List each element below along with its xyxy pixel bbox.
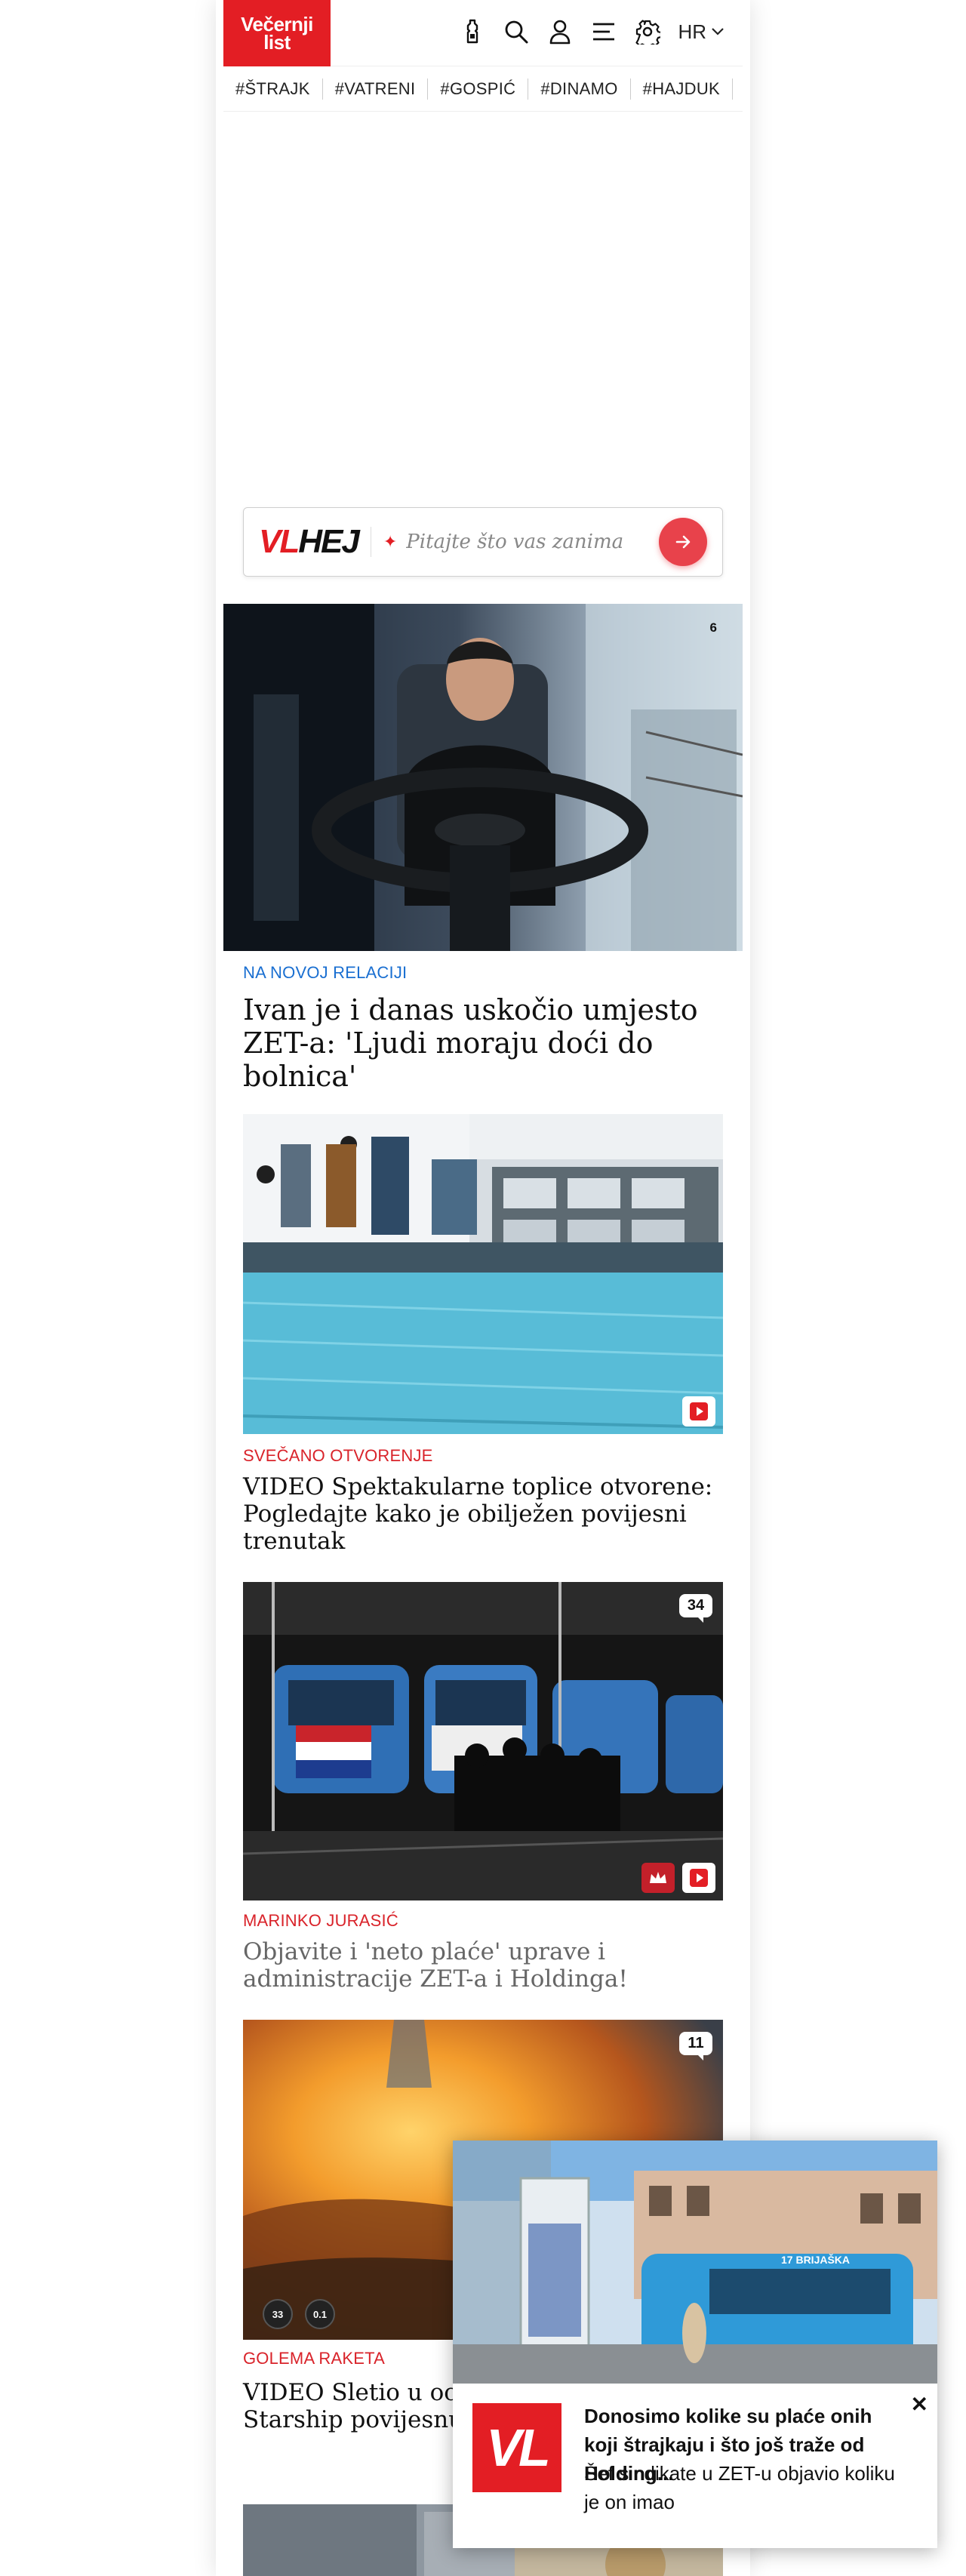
comment-count-bubble[interactable]: 11 — [679, 2032, 712, 2060]
site-logo[interactable]: Večernji list — [223, 0, 331, 66]
popup-image[interactable]: 17 BRIJAŠKA — [453, 2141, 937, 2384]
article-headline[interactable]: VIDEO Spektakularne toplice otvorene: Po… — [243, 1473, 723, 1555]
vlhej-question-input[interactable] — [406, 531, 659, 553]
stat-value: 0.1 — [312, 2308, 328, 2320]
vlhej-search-box: VLHEJ ✦ — [243, 507, 723, 577]
video-play-icon[interactable] — [682, 1396, 715, 1426]
article-2-image[interactable] — [243, 1114, 723, 1434]
comment-count: 11 — [688, 2035, 704, 2051]
language-label: HR — [678, 20, 706, 43]
sparkle-icon: ✦ — [383, 532, 398, 551]
vlhej-logo: VLHEJ — [259, 523, 360, 561]
close-icon[interactable]: ✕ — [911, 2394, 928, 2415]
header-actions: HR — [459, 17, 724, 47]
article-section-label[interactable]: SVEČANO OTVORENJE — [243, 1446, 723, 1466]
trending-tags-bar: #ŠTRAJK #VATRENI #GOSPIĆ #DINAMO #HAJDUK… — [223, 66, 743, 112]
logo-line-2: list — [263, 31, 291, 54]
article-3-text: MARINKO JURASIĆ Objavite i 'neto plaće' … — [243, 1911, 723, 1993]
article-1-image[interactable]: 6 — [223, 604, 743, 951]
tag-vatreni[interactable]: #VATRENI — [323, 78, 429, 100]
popup-logo: VL — [472, 2403, 561, 2492]
comment-count: 34 — [687, 1597, 705, 1614]
tag-gospic[interactable]: #GOSPIĆ — [428, 78, 529, 100]
comment-count: 6 — [709, 620, 717, 635]
language-selector[interactable]: HR — [678, 20, 724, 44]
tram-label: 17 BRIJAŠKA — [781, 2254, 851, 2266]
tag-dinamo[interactable]: #DINAMO — [528, 78, 631, 100]
popup-subtitle: Šef sindikate u ZET-u objavio koliku je … — [584, 2462, 895, 2513]
tag-strajk[interactable]: #ŠTRAJK — [223, 78, 323, 100]
stat-gauge: 0.1 — [305, 2299, 335, 2329]
vlhej-submit-button[interactable] — [659, 518, 707, 566]
tag-hajduk[interactable]: #HAJDUK — [631, 78, 734, 100]
arrow-right-icon — [675, 535, 691, 549]
bottle-icon[interactable] — [459, 17, 486, 47]
breaking-news-popup[interactable]: 17 BRIJAŠKA ✕ VL Donosimo kolike su plać… — [453, 2141, 937, 2548]
article-3-image[interactable]: 34 — [243, 1582, 723, 1900]
stat-value: 33 — [272, 2308, 284, 2320]
video-play-icon[interactable] — [682, 1863, 715, 1893]
gear-icon[interactable] — [634, 17, 661, 47]
ad-placeholder — [223, 112, 743, 495]
article-2-text: SVEČANO OTVORENJE VIDEO Spektakularne to… — [243, 1446, 723, 1555]
stat-gauge: 33 — [263, 2299, 293, 2329]
article-section-label[interactable]: MARINKO JURASIĆ — [243, 1911, 723, 1931]
chevron-down-icon — [712, 28, 724, 35]
article-headline[interactable]: Objavite i 'neto plaće' uprave i adminis… — [243, 1938, 723, 1993]
comment-count-bubble[interactable]: 34 — [679, 1594, 712, 1623]
vlhej-logo-vl: VL — [259, 523, 300, 560]
search-icon[interactable] — [503, 17, 530, 47]
vlhej-logo-hej: HEJ — [298, 523, 360, 560]
user-icon[interactable] — [546, 17, 574, 47]
premium-crown-icon — [641, 1863, 675, 1893]
article-1-text: NA NOVOJ RELACIJI Ivan je i danas uskoči… — [243, 963, 723, 1093]
site-header: Večernji list HR — [223, 0, 743, 66]
article-section-label[interactable]: NA NOVOJ RELACIJI — [243, 963, 723, 983]
tag-overflow[interactable]: # — [733, 78, 743, 100]
menu-icon[interactable] — [590, 17, 617, 47]
article-headline[interactable]: Ivan je i danas uskočio umjesto ZET-a: '… — [243, 993, 723, 1093]
